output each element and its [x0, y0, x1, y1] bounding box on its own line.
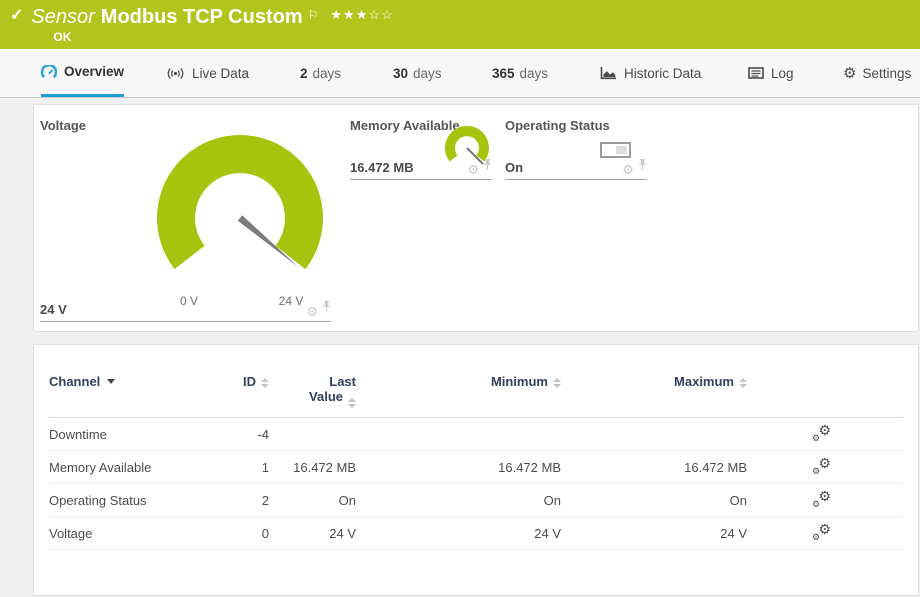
tab-live-data-label: Live Data — [192, 66, 249, 81]
memory-gauge-cell: Memory Available 16.472 MB ⚙ — [350, 118, 492, 180]
channel-id: 1 — [214, 460, 269, 475]
sort-toggle-icon — [348, 398, 356, 408]
tab-365-days-number: 365 — [492, 66, 515, 81]
gear-icon[interactable]: ⚙ — [467, 164, 479, 175]
tab-overview-label: Overview — [64, 64, 124, 79]
operating-status-cell: Operating Status On ⚙ — [505, 118, 647, 180]
channel-last-value: 24 V — [269, 526, 356, 541]
table-row: Memory Available 1 16.472 MB 16.472 MB 1… — [49, 451, 903, 484]
historic-chart-icon — [600, 67, 617, 80]
channel-settings-icon[interactable]: ⚙⚙ — [813, 458, 831, 474]
status-ok-check-icon: ✓ — [10, 5, 23, 49]
column-header-id-label: ID — [243, 374, 256, 389]
sort-toggle-icon — [261, 378, 269, 388]
channel-maximum: 24 V — [561, 526, 747, 541]
gear-icon: ⚙ — [843, 66, 856, 81]
column-header-channel-label: Channel — [49, 374, 100, 389]
channel-minimum: 16.472 MB — [356, 460, 561, 475]
tab-2-days-unit: days — [313, 66, 342, 81]
live-broadcast-icon — [166, 67, 185, 80]
channel-settings-icon[interactable]: ⚙⚙ — [813, 425, 831, 441]
voltage-gauge-cell: Voltage 0 V 24 V 24 V ⚙ — [40, 118, 331, 322]
tab-365-days-unit: days — [520, 66, 549, 81]
column-header-minimum[interactable]: Minimum — [356, 374, 561, 389]
operating-status-title: Operating Status — [505, 118, 647, 133]
sensor-page: ✓ Sensor Modbus TCP Custom ⚐ ★★★☆☆ OK Overv… — [0, 0, 920, 597]
tab-30-days[interactable]: 30 days — [393, 49, 442, 97]
tab-365-days[interactable]: 365 days — [492, 49, 548, 97]
tab-log-label: Log — [771, 66, 794, 81]
sensor-status-badge: OK — [53, 30, 393, 44]
channel-name[interactable]: Downtime — [49, 427, 214, 442]
channel-id: 0 — [214, 526, 269, 541]
pin-icon[interactable] — [322, 299, 331, 317]
sort-toggle-icon — [739, 378, 747, 388]
tab-overview[interactable]: Overview — [41, 49, 124, 97]
channel-name[interactable]: Memory Available — [49, 460, 214, 475]
channel-settings-icon[interactable]: ⚙⚙ — [813, 491, 831, 507]
sensor-name: Modbus TCP Custom — [101, 6, 303, 28]
tab-log[interactable]: Log — [748, 49, 794, 97]
tab-live-data[interactable]: Live Data — [166, 49, 249, 97]
channel-id: -4 — [214, 427, 269, 442]
table-row: Downtime -4 ⚙⚙ — [49, 418, 903, 451]
gauges-panel: Voltage 0 V 24 V 24 V ⚙ Memory Available — [33, 104, 919, 332]
channel-minimum: On — [356, 493, 561, 508]
pin-icon[interactable] — [483, 157, 492, 175]
column-header-last-value[interactable]: Last Value — [269, 374, 356, 407]
sensor-header: ✓ Sensor Modbus TCP Custom ⚐ ★★★☆☆ OK — [0, 0, 920, 49]
channel-settings-icon[interactable]: ⚙⚙ — [813, 524, 831, 540]
operating-status-value: On — [505, 160, 523, 175]
flag-icon[interactable]: ⚐ — [308, 8, 319, 22]
table-row: Operating Status 2 On On On ⚙⚙ — [49, 484, 903, 517]
column-header-minimum-label: Minimum — [491, 374, 548, 389]
log-list-icon — [748, 67, 764, 79]
pin-icon[interactable] — [638, 157, 647, 175]
channel-last-value: On — [269, 493, 356, 508]
channel-id: 2 — [214, 493, 269, 508]
voltage-current-value: 24 V — [40, 302, 67, 317]
tab-2-days[interactable]: 2 days — [300, 49, 341, 97]
channel-last-value: 16.472 MB — [269, 460, 356, 475]
tab-30-days-number: 30 — [393, 66, 408, 81]
column-header-channel[interactable]: Channel — [49, 374, 214, 389]
column-header-maximum[interactable]: Maximum — [561, 374, 747, 389]
object-kind-label: Sensor — [31, 6, 94, 28]
sort-toggle-icon — [553, 378, 561, 388]
channel-name[interactable]: Operating Status — [49, 493, 214, 508]
channel-maximum: 16.472 MB — [561, 460, 747, 475]
memory-current-value: 16.472 MB — [350, 160, 414, 175]
voltage-gauge: 0 V 24 V — [130, 118, 350, 313]
sort-descending-icon — [107, 379, 115, 384]
channel-name[interactable]: Voltage — [49, 526, 214, 541]
tab-historic-data-label: Historic Data — [624, 66, 701, 81]
tab-settings[interactable]: ⚙ Settings — [843, 49, 911, 97]
channel-maximum: On — [561, 493, 747, 508]
channel-table-panel: Channel ID Last Value Minimum Maximum Do… — [33, 344, 919, 596]
table-row: Voltage 0 24 V 24 V 24 V ⚙⚙ — [49, 517, 903, 550]
column-header-id[interactable]: ID — [214, 374, 269, 389]
tab-historic-data[interactable]: Historic Data — [600, 49, 701, 97]
sensor-titles: Sensor Modbus TCP Custom ⚐ ★★★☆☆ OK — [31, 5, 393, 49]
gear-icon[interactable]: ⚙ — [306, 306, 318, 317]
gauge-icon — [41, 65, 57, 79]
channel-table-header: Channel ID Last Value Minimum Maximum — [49, 345, 903, 418]
priority-stars[interactable]: ★★★☆☆ — [330, 7, 393, 22]
tab-bar: Overview Live Data 2 days 30 days 365 — [0, 49, 920, 98]
tab-settings-label: Settings — [862, 66, 911, 81]
gear-icon[interactable]: ⚙ — [622, 164, 634, 175]
column-header-maximum-label: Maximum — [674, 374, 734, 389]
channel-minimum: 24 V — [356, 526, 561, 541]
tab-2-days-number: 2 — [300, 66, 308, 81]
tab-30-days-unit: days — [413, 66, 442, 81]
toggle-switch-icon — [600, 142, 631, 158]
